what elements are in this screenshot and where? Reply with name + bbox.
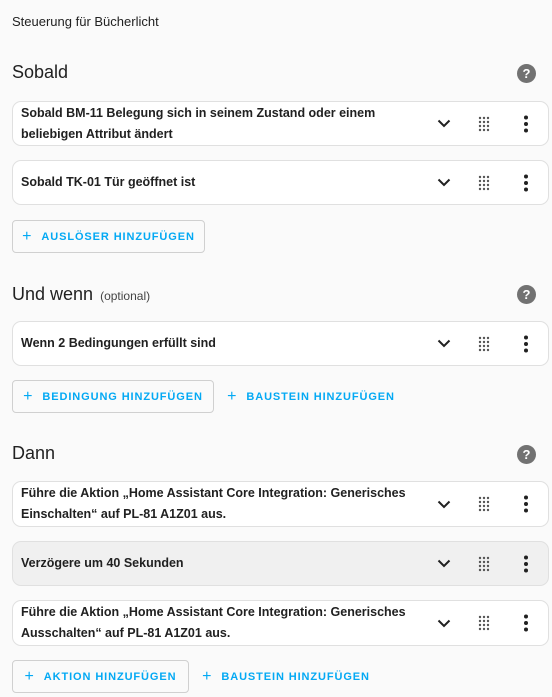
trigger-label: Sobald BM-11 Belegung sich in seinem Zus… xyxy=(21,105,376,141)
action-label: Führe die Aktion „Home Assistant Core In… xyxy=(21,605,406,640)
chevron-down-icon[interactable] xyxy=(436,336,452,352)
add-building-block-button[interactable]: + BAUSTEIN HINZUFÜGEN xyxy=(197,660,375,693)
add-condition-button[interactable]: + BEDINGUNG HINZUFÜGEN xyxy=(12,380,214,413)
chevron-down-icon[interactable] xyxy=(436,116,452,132)
drag-handle-icon[interactable] xyxy=(478,496,490,512)
trigger-label: Sobald TK-01 Tür geöffnet ist xyxy=(21,175,196,189)
action-row-disabled[interactable]: Verzögere um 40 Sekunden xyxy=(12,541,549,586)
plus-icon: + xyxy=(227,387,238,405)
chevron-down-icon[interactable] xyxy=(436,496,452,512)
action-label: Führe die Aktion „Home Assistant Core In… xyxy=(21,486,406,521)
add-trigger-label: AUSLÖSER HINZUFÜGEN xyxy=(41,230,195,243)
chevron-down-icon[interactable] xyxy=(436,615,452,631)
dots-vertical-icon[interactable] xyxy=(522,495,530,513)
condition-row[interactable]: Wenn 2 Bedingungen erfüllt sind xyxy=(12,321,549,366)
add-building-block-button[interactable]: + BAUSTEIN HINZUFÜGEN xyxy=(222,380,400,413)
trigger-row[interactable]: Sobald TK-01 Tür geöffnet ist xyxy=(12,160,549,205)
condition-label: Wenn 2 Bedingungen erfüllt sind xyxy=(21,336,216,350)
chevron-down-icon[interactable] xyxy=(436,556,452,572)
add-trigger-button[interactable]: + AUSLÖSER HINZUFÜGEN xyxy=(12,220,205,253)
help-circle-icon[interactable]: ? xyxy=(517,64,536,83)
drag-handle-icon[interactable] xyxy=(478,116,490,132)
drag-handle-icon[interactable] xyxy=(478,336,490,352)
plus-icon: + xyxy=(22,227,33,245)
add-building-block-label: BAUSTEIN HINZUFÜGEN xyxy=(246,390,395,403)
help-circle-icon[interactable]: ? xyxy=(517,285,536,304)
conditions-title-text: Und wenn xyxy=(12,284,94,304)
dots-vertical-icon[interactable] xyxy=(522,614,530,632)
dots-vertical-icon[interactable] xyxy=(522,555,530,573)
chevron-down-icon[interactable] xyxy=(436,175,452,191)
add-building-block-label: BAUSTEIN HINZUFÜGEN xyxy=(221,670,370,683)
help-circle-icon[interactable]: ? xyxy=(517,445,536,464)
drag-handle-icon[interactable] xyxy=(478,175,490,191)
drag-handle-icon[interactable] xyxy=(478,556,490,572)
automation-description: Steuerung für Bücherlicht xyxy=(12,14,159,29)
actions-section-title: Dann xyxy=(12,443,56,463)
plus-icon: + xyxy=(24,667,35,685)
dots-vertical-icon[interactable] xyxy=(522,174,530,192)
action-label: Verzögere um 40 Sekunden xyxy=(21,556,184,570)
trigger-row[interactable]: Sobald BM-11 Belegung sich in seinem Zus… xyxy=(12,101,549,146)
add-condition-label: BEDINGUNG HINZUFÜGEN xyxy=(42,390,203,403)
add-action-label: AKTION HINZUFÜGEN xyxy=(43,670,177,683)
action-row[interactable]: Führe die Aktion „Home Assistant Core In… xyxy=(12,600,549,646)
dots-vertical-icon[interactable] xyxy=(522,335,530,353)
plus-icon: + xyxy=(23,387,34,405)
action-row[interactable]: Führe die Aktion „Home Assistant Core In… xyxy=(12,481,549,527)
triggers-section-title: Sobald xyxy=(12,62,69,82)
plus-icon: + xyxy=(202,667,213,685)
dots-vertical-icon[interactable] xyxy=(522,115,530,133)
optional-label: (optional) xyxy=(100,289,151,303)
conditions-section-title: Und wenn (optional) xyxy=(12,284,150,305)
drag-handle-icon[interactable] xyxy=(478,615,490,631)
add-action-button[interactable]: + AKTION HINZUFÜGEN xyxy=(12,660,189,693)
